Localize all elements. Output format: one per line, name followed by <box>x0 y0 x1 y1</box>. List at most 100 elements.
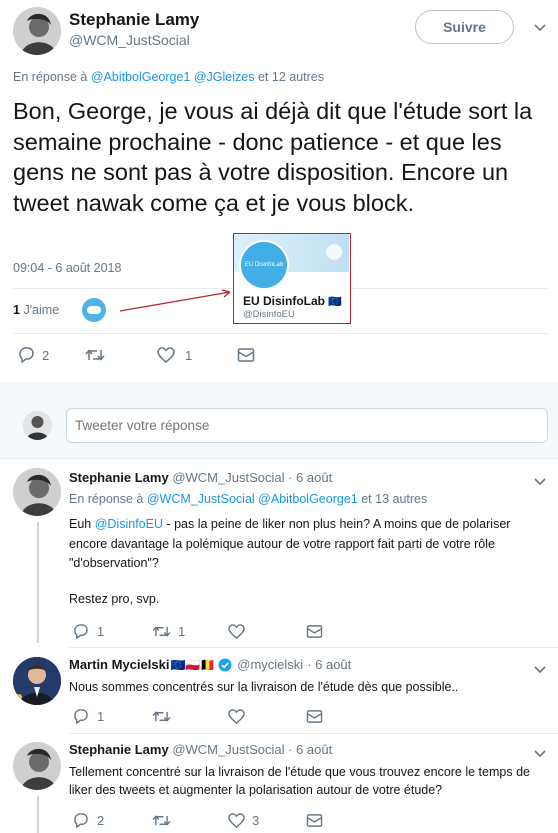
reply-author-name[interactable]: Stephanie Lamy <box>69 742 169 757</box>
tweet-text: Bon, George, je vous ai déjà dit que l'é… <box>13 98 533 216</box>
current-user-avatar[interactable] <box>23 411 52 440</box>
reply-date[interactable]: · 6 août <box>307 657 351 672</box>
reply-count: 1 <box>97 708 105 724</box>
thread-line <box>37 522 39 643</box>
dm-icon <box>306 709 323 723</box>
reply-count: 2 <box>42 347 50 363</box>
reply-count: 2 <box>97 812 105 828</box>
retweet-button[interactable] <box>152 709 228 724</box>
dm-button[interactable] <box>306 624 323 639</box>
annotation-arrow <box>119 289 231 312</box>
like-count: 3 <box>252 812 260 828</box>
reply-context-others[interactable]: et 12 autres <box>258 70 324 84</box>
dm-button[interactable] <box>237 347 255 363</box>
reply-button[interactable]: 1 <box>72 709 152 724</box>
liker-card[interactable]: EU DisinfoLab EU DisinfoLab 🇪🇺 @DisinfoE… <box>233 233 351 324</box>
like-icon <box>228 623 245 639</box>
follow-button[interactable]: Suivre <box>415 10 514 44</box>
follow-button-label: Suivre <box>443 19 486 35</box>
reply-date[interactable]: · 6 août <box>288 742 332 757</box>
like-count: 1 <box>185 347 193 363</box>
reply-author-name[interactable]: Martin Mycielski <box>69 657 169 672</box>
reply-author-flags: 🇪🇺🇵🇱🇧🇪 <box>170 657 216 672</box>
reply-action-bar: 1 <box>72 707 332 725</box>
liker-card-avatar-text: EU DisinfoLab <box>244 262 284 268</box>
liker-card-avatar: EU DisinfoLab <box>239 240 289 290</box>
reply-header: Stephanie Lamy @WCM_JustSocial · 6 août <box>69 742 332 757</box>
section-separator <box>0 382 558 394</box>
retweet-button[interactable]: 1 <box>152 624 228 639</box>
reply-author-name[interactable]: Stephanie Lamy <box>69 470 169 485</box>
chevron-down-icon[interactable] <box>534 474 546 492</box>
liker-card-name-row: EU DisinfoLab 🇪🇺 <box>243 294 342 308</box>
reply-avatar[interactable] <box>13 468 61 516</box>
like-icon <box>228 708 245 724</box>
reply-author-handle[interactable]: @WCM_JustSocial <box>172 742 284 757</box>
reply-icon <box>74 623 88 639</box>
tweet-timestamp[interactable]: 09:04 - 6 août 2018 <box>13 261 121 275</box>
dm-button[interactable] <box>306 709 323 724</box>
eu-flag-icon: 🇪🇺 <box>328 296 343 308</box>
reply-button[interactable]: 2 <box>17 347 85 363</box>
author-name[interactable]: Stephanie Lamy <box>69 10 199 30</box>
reply-context-prefix: En réponse à <box>13 70 88 84</box>
dm-icon <box>306 624 323 638</box>
reply-text: Euh @DisinfoEU - pas la peine de liker n… <box>69 515 547 574</box>
main-action-bar: 2 1 <box>17 345 267 365</box>
retweet-icon <box>152 814 171 826</box>
reply-text-mention[interactable]: @DisinfoEU <box>95 517 163 531</box>
author-handle[interactable]: @WCM_JustSocial <box>69 32 190 48</box>
like-button[interactable]: 3 <box>228 813 306 828</box>
retweet-icon <box>152 710 171 722</box>
reply-action-bar: 2 3 <box>72 811 332 829</box>
chevron-down-icon[interactable] <box>534 746 546 764</box>
reply-text: Nous sommes concentrés sur la livraison … <box>69 680 459 694</box>
like-button[interactable] <box>228 623 306 639</box>
liker-avatar[interactable] <box>82 298 106 322</box>
likes-count: 1 <box>13 303 20 317</box>
reply-context-others[interactable]: et 13 autres <box>361 492 427 506</box>
reply-header: Stephanie Lamy @WCM_JustSocial · 6 août <box>69 470 332 485</box>
reply-input[interactable] <box>66 408 548 443</box>
reply-context: En réponse à @AbitbolGeorge1 @JGleizes e… <box>13 70 324 84</box>
reply-text-pre: Euh <box>69 517 95 531</box>
like-button[interactable]: 1 <box>157 347 237 363</box>
reply-button[interactable]: 2 <box>72 813 152 828</box>
reply-count: 1 <box>97 623 105 639</box>
reply-button[interactable]: 1 <box>72 624 152 639</box>
liker-card-follow-icon <box>326 244 342 260</box>
thread-line <box>37 796 39 833</box>
reply-icon <box>74 708 88 724</box>
author-avatar[interactable] <box>13 7 61 55</box>
likes-label: J'aime <box>23 303 60 317</box>
liker-card-name: EU DisinfoLab <box>243 294 326 308</box>
reply-avatar[interactable] <box>13 742 61 790</box>
reply-date[interactable]: · 6 août <box>288 470 332 485</box>
reply-text-second: Restez pro, svp. <box>69 592 160 606</box>
reply-context-users[interactable]: @AbitbolGeorge1 @JGleizes <box>91 70 255 84</box>
reply-author-handle[interactable]: @WCM_JustSocial <box>172 470 284 485</box>
retweet-button[interactable] <box>85 347 157 363</box>
reply-avatar[interactable] <box>13 657 61 705</box>
dm-button[interactable] <box>306 813 323 828</box>
retweet-count: 1 <box>178 623 186 639</box>
dm-icon <box>306 813 323 827</box>
reply-context-prefix: En réponse à <box>69 492 144 506</box>
reply-header: Martin Mycielski 🇪🇺🇵🇱🇧🇪 @mycielski · 6 a… <box>69 657 351 672</box>
likes-summary[interactable]: 1 J'aime <box>13 303 59 317</box>
reply-icon <box>19 347 34 363</box>
like-icon <box>157 347 175 363</box>
reply-author-handle[interactable]: @mycielski <box>237 657 303 672</box>
dm-icon <box>237 348 255 362</box>
reply-context-users[interactable]: @WCM_JustSocial @AbitbolGeorge1 <box>147 492 358 506</box>
retweet-button[interactable] <box>152 813 228 828</box>
liker-card-handle: @DisinfoEU <box>243 309 295 320</box>
like-button[interactable] <box>228 708 306 724</box>
chevron-down-icon[interactable] <box>534 20 546 38</box>
reply-text: Tellement concentré sur la livraison de … <box>69 765 530 797</box>
reply-action-bar: 1 1 <box>72 622 332 640</box>
liker-avatar-inner <box>87 306 101 314</box>
retweet-icon <box>152 625 171 637</box>
like-icon <box>228 812 245 828</box>
reply-icon <box>74 812 88 828</box>
